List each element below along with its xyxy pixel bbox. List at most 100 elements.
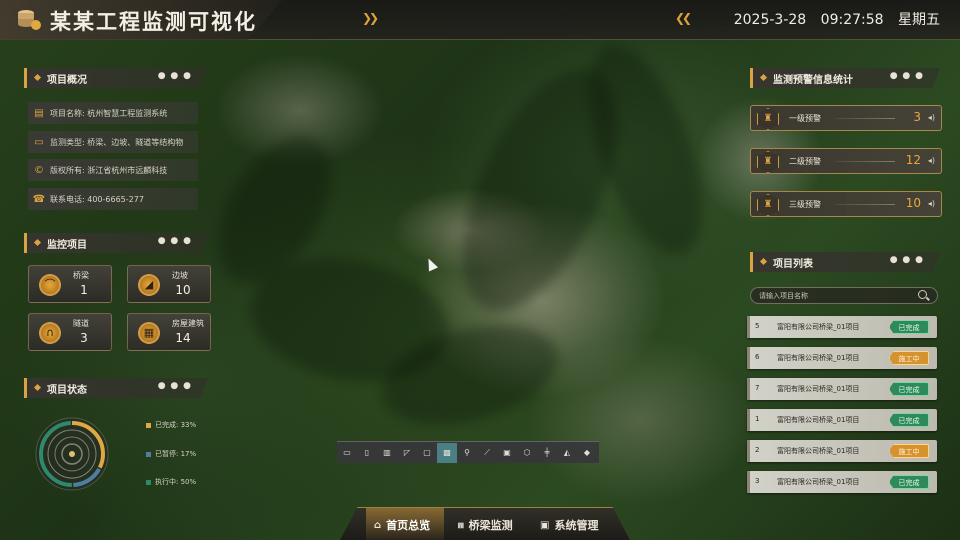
speaker-icon: ◂)	[927, 199, 935, 208]
datetime-display: 2025-3-28 09:27:58 星期五	[724, 9, 940, 29]
more-icon[interactable]: ● ● ●	[890, 71, 924, 81]
overview-row-phone: ☎ 联系电话: 400-6665-277	[28, 188, 198, 210]
time-text: 09:27:58	[820, 12, 884, 28]
alarm-name: 三级预警	[789, 200, 821, 209]
left-chevrons-icon: ❮❮	[675, 11, 692, 25]
speaker-icon: ◂)	[927, 156, 935, 165]
weekday-text: 星期五	[898, 12, 940, 28]
line-chart-icon[interactable]: ⟋	[477, 443, 497, 463]
alarm-level-2[interactable]: ♜ 二级预警 12 ◂)	[750, 148, 942, 174]
project-status-tag: 已完成	[889, 320, 929, 334]
pin-icon[interactable]: ⚲	[457, 443, 477, 463]
top-header: 某某工程监测可视化 ❯❯ ❮❮ 2025-3-28 09:27:58 星期五	[0, 0, 960, 40]
alarm-divider	[835, 161, 895, 162]
project-row-number: 6	[755, 353, 760, 361]
alarm-level-3[interactable]: ♜ 三级预警 10 ◂)	[750, 191, 942, 217]
project-list-title: 项目列表	[773, 259, 813, 270]
legend-swatch	[146, 479, 151, 485]
alarm-name: 一级预警	[789, 114, 821, 123]
header-diamond-icon	[33, 73, 42, 82]
project-row[interactable]: 5 富阳有限公司桥梁_01项目 已完成	[747, 316, 937, 338]
alarm-title: 监测预警信息统计	[773, 75, 853, 86]
overview-row-type: ▭ 监测类型: 桥梁、边坡、隧道等结构物	[28, 131, 198, 153]
tunnel-icon: ∩	[39, 322, 61, 344]
alarm-count: 10	[905, 196, 921, 210]
alarm-count: 12	[905, 153, 921, 167]
phone-icon: ☎	[32, 193, 46, 205]
overview-row-name: ▤ 项目名称: 杭州智慧工程监测系统	[28, 102, 198, 124]
legend-label: 已完成: 33%	[155, 421, 197, 429]
monitor-icon: ▭	[34, 136, 44, 148]
header-diamond-icon	[33, 238, 42, 247]
project-status-tag: 已完成	[889, 413, 929, 427]
ruler-icon[interactable]: ▭	[337, 443, 357, 463]
speaker-icon: ◂)	[927, 113, 935, 122]
project-row[interactable]: 2 富阳有限公司桥梁_01项目 施工中	[747, 440, 937, 462]
monitor-card-count: 10	[175, 283, 191, 297]
more-icon[interactable]: ● ● ●	[158, 71, 192, 81]
overview-row-label: 监测类型: 桥梁、边坡、隧道等结构物	[50, 137, 184, 147]
bridge-icon: ⌒	[39, 274, 61, 296]
project-row-number: 3	[755, 477, 760, 485]
project-list-header: 项目列表 ● ● ●	[750, 252, 940, 272]
more-icon[interactable]: ● ● ●	[158, 236, 192, 246]
rectangle-icon[interactable]: ▢	[417, 443, 437, 463]
monitor-card-tunnel[interactable]: ∩ 隧道 3	[28, 313, 112, 351]
monitor-card-name: 房屋建筑	[172, 319, 204, 328]
header-diamond-icon	[33, 383, 42, 392]
project-row-name: 富阳有限公司桥梁_01项目	[777, 416, 860, 424]
project-search-input[interactable]	[759, 290, 909, 302]
alarm-bell-icon: ♜	[757, 108, 779, 130]
slope-icon: ◢	[138, 274, 160, 296]
date-text: 2025-3-28	[733, 12, 807, 28]
monitor-card-count: 1	[80, 283, 88, 297]
alarm-bell-icon: ♜	[757, 151, 779, 173]
copyright-icon: ©	[34, 164, 44, 176]
project-row-number: 7	[755, 384, 760, 392]
legend-running: 执行中: 50%	[146, 477, 196, 487]
monitor-card-name: 隧道	[73, 319, 89, 328]
app-title: 某某工程监测可视化	[50, 10, 257, 34]
bridge-tool-icon[interactable]: ▥	[377, 443, 397, 463]
status-donut-chart	[35, 417, 109, 491]
angle-icon[interactable]: ◸	[397, 443, 417, 463]
nav-tab-home[interactable]: ⌂ 首页总览	[374, 517, 430, 533]
project-row[interactable]: 6 富阳有限公司桥梁_01项目 施工中	[747, 347, 937, 369]
legend-swatch	[146, 422, 151, 428]
project-row[interactable]: 1 富阳有限公司桥梁_01项目 已完成	[747, 409, 937, 431]
header-diamond-icon	[759, 257, 768, 266]
map-toolbar: ▭ ▯ ▥ ◸ ▢ ▩ ⚲ ⟋ ▣ ⬡ ╪ ◭ ◆	[337, 441, 599, 463]
project-row[interactable]: 3 富阳有限公司桥梁_01项目 已完成	[747, 471, 937, 493]
box-icon[interactable]: ▣	[497, 443, 517, 463]
project-row-name: 富阳有限公司桥梁_01项目	[777, 385, 860, 393]
project-status-tag: 已完成	[889, 382, 929, 396]
bottom-nav: ⌂ 首页总览 ⩎ 桥梁监测 ▣ 系统管理	[340, 507, 630, 540]
polygon-icon[interactable]: ⬡	[517, 443, 537, 463]
project-row-name: 富阳有限公司桥梁_01项目	[777, 354, 860, 362]
overview-row-label: 版权所有: 浙江省杭州市远麟科技	[50, 165, 168, 175]
profile-icon[interactable]: ◭	[557, 443, 577, 463]
more-icon[interactable]: ● ● ●	[890, 255, 924, 265]
project-row-number: 5	[755, 322, 760, 330]
eraser-icon[interactable]: ◆	[577, 443, 597, 463]
monitor-card-bridge[interactable]: ⌒ 桥梁 1	[28, 265, 112, 303]
monitor-card-count: 3	[80, 331, 88, 345]
more-icon[interactable]: ● ● ●	[158, 381, 192, 391]
search-icon[interactable]	[918, 290, 927, 299]
monitor-card-building[interactable]: ▦ 房屋建筑 14	[127, 313, 211, 351]
bridge-nav-icon: ⩎	[458, 519, 464, 531]
donut-center-dot	[69, 451, 75, 457]
elevation-icon[interactable]: ╪	[537, 443, 557, 463]
monitor-panel-header: 监控项目 ● ● ●	[24, 233, 208, 253]
status-panel-header: 项目状态 ● ● ●	[24, 378, 208, 398]
nav-tab-bridge[interactable]: ⩎ 桥梁监测	[458, 517, 513, 533]
nav-tab-system[interactable]: ▣ 系统管理	[540, 517, 598, 533]
legend-label: 已暂停: 17%	[155, 450, 197, 458]
project-row[interactable]: 7 富阳有限公司桥梁_01项目 已完成	[747, 378, 937, 400]
area-icon[interactable]: ▩	[437, 442, 457, 463]
project-status-tag: 施工中	[889, 351, 929, 365]
vertical-ruler-icon[interactable]: ▯	[357, 443, 377, 463]
alarm-level-1[interactable]: ♜ 一级预警 3 ◂)	[750, 105, 942, 131]
status-title: 项目状态	[47, 385, 87, 396]
monitor-card-slope[interactable]: ◢ 边坡 10	[127, 265, 211, 303]
